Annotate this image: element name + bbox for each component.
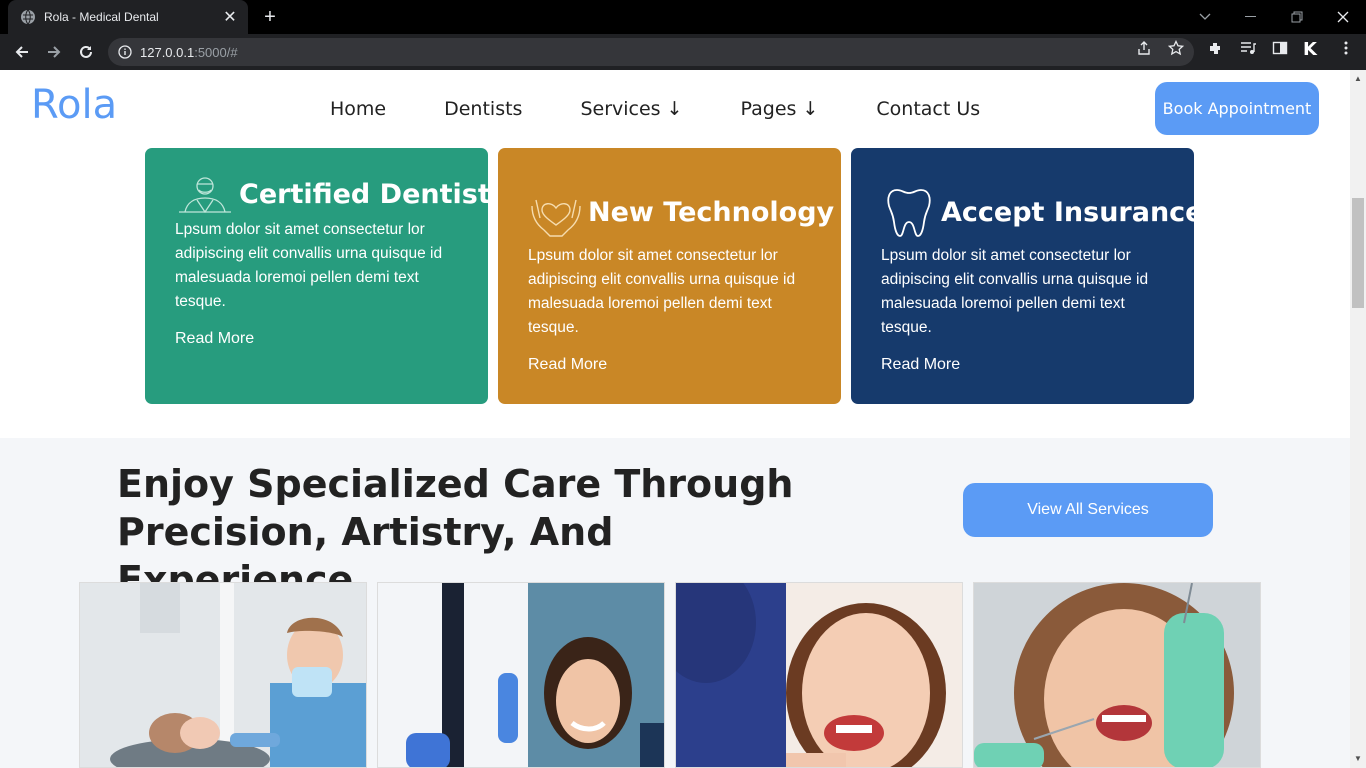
back-icon[interactable] xyxy=(8,38,36,66)
heading-bold-text: Precision, xyxy=(117,510,329,554)
feature-title: Accept Insurance xyxy=(941,196,1204,228)
feature-title: Certified Dentist xyxy=(239,178,491,210)
scroll-down-icon[interactable]: ▼ xyxy=(1353,754,1363,764)
extensions-icon[interactable] xyxy=(1208,40,1224,56)
view-all-services-button[interactable]: View All Services xyxy=(963,483,1213,537)
heading-text: Enjoy Specialized xyxy=(117,462,504,506)
browser-toolbar: 127.0.0.1:5000/# K xyxy=(0,34,1366,70)
site-header: Rola Home Dentists Services ↓ Pages ↓ Co… xyxy=(0,70,1350,148)
site-logo[interactable]: Rola xyxy=(31,82,117,128)
feature-title: New Technology xyxy=(588,196,835,228)
share-icon[interactable] xyxy=(1136,40,1152,56)
nav-pages[interactable]: Pages ↓ xyxy=(741,98,819,120)
feature-text: Lpsum dolor sit amet consectetur lor adi… xyxy=(175,221,443,310)
menu-icon[interactable] xyxy=(1338,40,1354,56)
minimize-icon[interactable] xyxy=(1228,0,1274,34)
service-photo-3[interactable] xyxy=(675,582,963,768)
heart-hands-icon xyxy=(531,199,581,237)
feature-card-new-technology: New Technology Lpsum dolor sit amet cons… xyxy=(498,148,841,404)
browser-tab-bar: Rola - Medical Dental ✕ + xyxy=(0,0,1366,34)
forward-icon[interactable] xyxy=(40,38,68,66)
feature-text: Lpsum dolor sit amet consectetur lor adi… xyxy=(528,247,796,336)
url-path: :5000/# xyxy=(194,44,238,60)
main-nav: Home Dentists Services ↓ Pages ↓ Contact… xyxy=(330,98,1038,120)
close-icon[interactable]: ✕ xyxy=(222,7,238,27)
media-icon[interactable] xyxy=(1240,40,1256,56)
heading-bold-text: Care Through xyxy=(503,462,794,506)
star-icon[interactable] xyxy=(1168,40,1184,56)
nav-services[interactable]: Services ↓ xyxy=(580,98,682,120)
feature-cards: Certified Dentist Lpsum dolor sit amet c… xyxy=(145,148,1204,404)
globe-icon xyxy=(21,9,35,25)
book-appointment-button[interactable]: Book Appointment xyxy=(1155,82,1319,135)
read-more-link[interactable]: Read More xyxy=(881,356,960,374)
read-more-link[interactable]: Read More xyxy=(175,330,254,348)
window-close-icon[interactable] xyxy=(1320,0,1366,34)
service-photo-2[interactable] xyxy=(377,582,665,768)
tab-title: Rola - Medical Dental xyxy=(44,10,159,24)
profile-icon[interactable]: K xyxy=(1303,39,1317,60)
read-more-link[interactable]: Read More xyxy=(528,356,607,374)
info-icon[interactable] xyxy=(118,45,132,59)
scrollbar-thumb[interactable] xyxy=(1352,198,1364,308)
chevron-down-icon[interactable] xyxy=(1182,0,1228,34)
services-section: Enjoy Specialized Care Through Precision… xyxy=(0,438,1350,768)
page-scrollbar[interactable]: ▲ ▼ xyxy=(1350,70,1366,768)
feature-text: Lpsum dolor sit amet consectetur lor adi… xyxy=(881,247,1149,336)
url-host: 127.0.0.1 xyxy=(140,44,195,60)
dentist-icon xyxy=(179,177,231,214)
nav-contact[interactable]: Contact Us xyxy=(876,98,980,120)
nav-home[interactable]: Home xyxy=(330,98,386,120)
restore-icon[interactable] xyxy=(1274,0,1320,34)
service-photo-4[interactable] xyxy=(973,582,1261,768)
browser-tab[interactable]: Rola - Medical Dental ✕ xyxy=(8,0,248,34)
nav-dentists[interactable]: Dentists xyxy=(444,98,522,120)
plus-icon[interactable]: + xyxy=(258,5,282,29)
service-photo-1[interactable] xyxy=(79,582,367,768)
address-bar[interactable]: 127.0.0.1:5000/# xyxy=(108,38,1194,66)
tooth-icon xyxy=(887,189,931,237)
reload-icon[interactable] xyxy=(72,38,100,66)
sidebar-icon[interactable] xyxy=(1272,40,1288,56)
feature-card-certified-dentist: Certified Dentist Lpsum dolor sit amet c… xyxy=(145,148,491,404)
scroll-up-icon[interactable]: ▲ xyxy=(1353,74,1363,84)
page-viewport: Rola Home Dentists Services ↓ Pages ↓ Co… xyxy=(0,70,1350,768)
url-text: 127.0.0.1:5000/# xyxy=(140,45,238,60)
feature-card-accept-insurance: Accept Insurance Lpsum dolor sit amet co… xyxy=(851,148,1204,404)
